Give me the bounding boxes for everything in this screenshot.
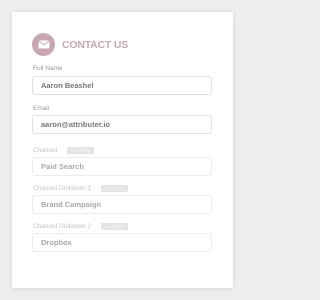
full-name-label: Full Name [33, 65, 63, 72]
channel-drilldown-2-field[interactable]: Dropbox [32, 233, 212, 252]
channel-field[interactable]: Paid Search [32, 157, 212, 176]
hidden-badge: HIDDEN [101, 185, 128, 192]
contact-form-card: CONTACT US Full Name Aaron Beashel Email… [12, 12, 233, 288]
channel-drilldown-1-label: Channel Drilldown 1 HIDDEN [33, 185, 128, 192]
hidden-badge: HIDDEN [67, 147, 94, 154]
full-name-field[interactable]: Aaron Beashel [32, 76, 212, 95]
channel-label: Channel HIDDEN [33, 147, 94, 154]
channel-drilldown-1-field[interactable]: Brand Campaign [32, 195, 212, 214]
channel-drilldown-2-label: Channel Drilldown 2 HIDDEN [33, 223, 128, 230]
email-label: Email [33, 105, 50, 112]
hidden-badge: HIDDEN [101, 223, 128, 230]
form-header: CONTACT US [32, 33, 128, 56]
form-title: CONTACT US [62, 38, 129, 51]
email-field[interactable]: aaron@attributer.io [32, 115, 212, 134]
mail-icon [32, 33, 55, 56]
